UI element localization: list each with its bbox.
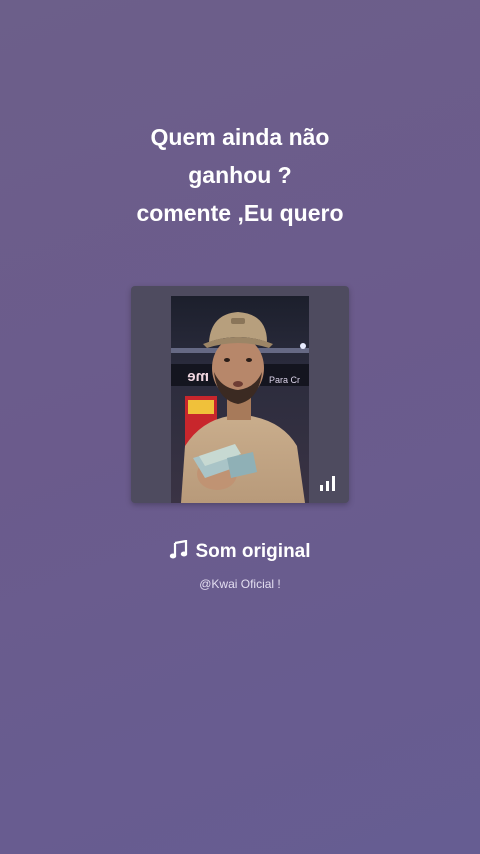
video-thumbnail-image: me Para Cr	[171, 296, 309, 503]
caption-line-3: comente ,Eu quero	[136, 200, 344, 226]
video-thumbnail[interactable]: me Para Cr	[171, 296, 309, 503]
video-caption: Quem ainda não ganhou ? comente ,Eu quer…	[0, 118, 480, 232]
bars-icon	[320, 476, 335, 491]
music-note-icon	[170, 540, 188, 559]
video-thumbnail-card[interactable]: me Para Cr	[131, 286, 349, 503]
sound-author[interactable]: @Kwai Oficial !	[0, 577, 480, 591]
caption-line-1: Quem ainda não	[150, 124, 330, 150]
svg-text:me: me	[187, 368, 209, 385]
caption-line-2: ganhou ?	[188, 162, 292, 188]
sound-title: Som original	[195, 541, 311, 562]
thumbnail-signage-text: Para Cr	[269, 375, 300, 385]
sound-title-row[interactable]: Som original	[0, 538, 480, 566]
